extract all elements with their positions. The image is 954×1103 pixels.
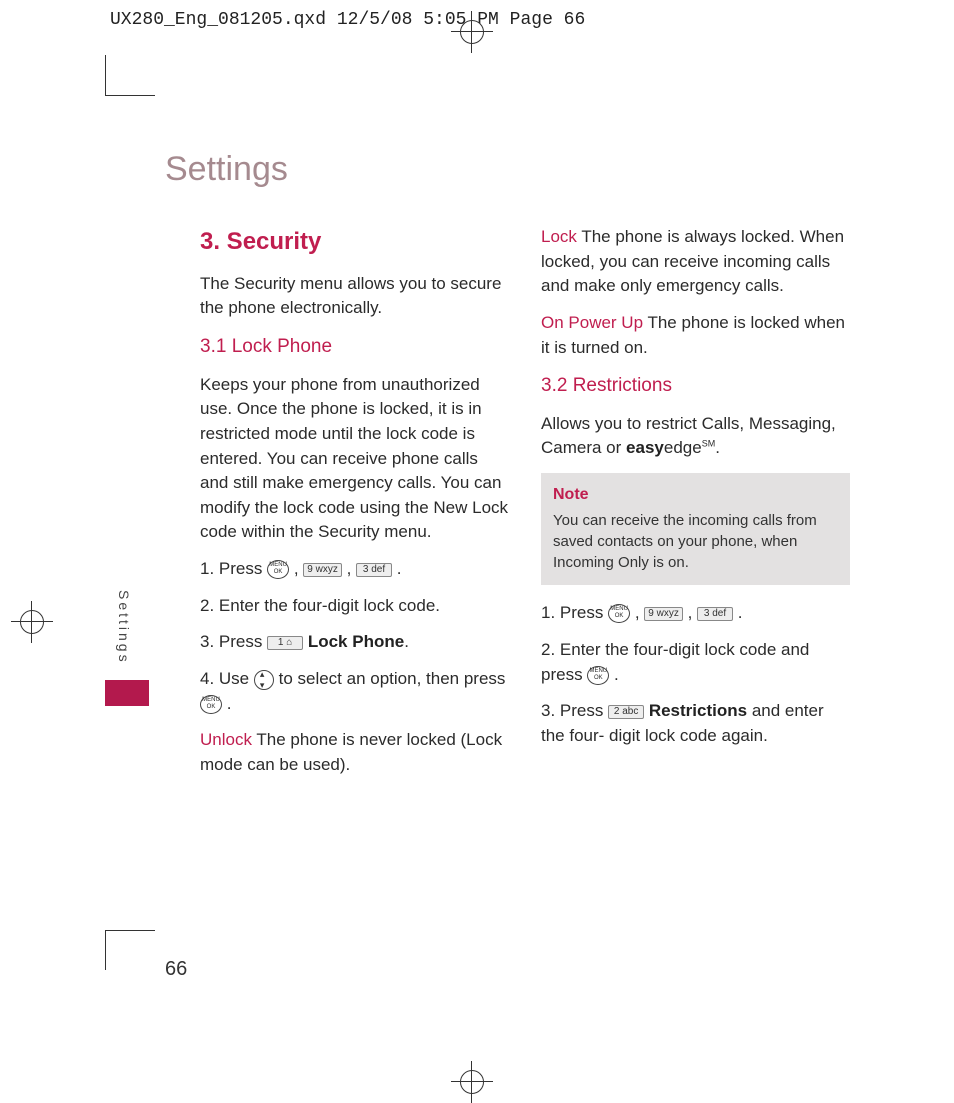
registration-mark-icon bbox=[20, 610, 44, 634]
step-2: 2. Enter the four-digit lock code. bbox=[200, 594, 509, 619]
option-body: The phone is always locked. When locked,… bbox=[541, 227, 844, 295]
chapter-title: Settings bbox=[165, 150, 288, 189]
option-on-power-up: On Power Up The phone is locked when it … bbox=[541, 311, 850, 360]
section-intro: The Security menu allows you to secure t… bbox=[200, 272, 509, 321]
subsection-body: Allows you to restrict Calls, Messaging,… bbox=[541, 412, 850, 461]
subsection-heading-lock-phone: 3.1 Lock Phone bbox=[200, 333, 509, 361]
option-label: Lock bbox=[541, 227, 577, 246]
print-job-header: UX280_Eng_081205.qxd 12/5/08 5:05 PM Pag… bbox=[110, 10, 585, 30]
step-text: 4. Use bbox=[200, 669, 254, 688]
key-9-icon: 9 wxyz bbox=[644, 607, 683, 621]
separator: , bbox=[347, 559, 356, 578]
key-3-icon: 3 def bbox=[697, 607, 733, 621]
text: edge bbox=[664, 438, 702, 457]
side-tab-accent bbox=[105, 680, 149, 706]
body-content: 3. Security The Security menu allows you… bbox=[200, 225, 850, 778]
step-4: 4. Use to select an option, then press M… bbox=[200, 667, 509, 716]
separator: . bbox=[397, 559, 402, 578]
step-bold: Restrictions bbox=[649, 701, 747, 720]
note-box: Note You can receive the incoming calls … bbox=[541, 473, 850, 585]
step-text: 1. Press bbox=[200, 559, 267, 578]
text: . bbox=[715, 438, 720, 457]
note-title: Note bbox=[553, 483, 838, 506]
step-3: 3. Press 2 abc Restrictions and enter th… bbox=[541, 699, 850, 748]
step-3: 3. Press 1 ⌂ Lock Phone. bbox=[200, 630, 509, 655]
registration-mark-icon bbox=[460, 1070, 484, 1094]
menu-ok-key-icon: MENU OK bbox=[608, 604, 630, 623]
section-heading-security: 3. Security bbox=[200, 225, 509, 260]
separator: , bbox=[294, 559, 303, 578]
separator: . bbox=[738, 603, 743, 622]
separator: . bbox=[227, 694, 232, 713]
text-bold: easy bbox=[626, 438, 664, 457]
page-number: 66 bbox=[165, 958, 187, 981]
separator: . bbox=[614, 665, 619, 684]
note-body: You can receive the incoming calls from … bbox=[553, 510, 838, 573]
crop-mark bbox=[105, 95, 155, 96]
step-text: 1. Press bbox=[541, 603, 608, 622]
subsection-body: Keeps your phone from unauthorized use. … bbox=[200, 373, 509, 545]
step-2: 2. Enter the four-digit lock code and pr… bbox=[541, 638, 850, 687]
step-1: 1. Press MENU OK , 9 wxyz , 3 def . bbox=[541, 601, 850, 626]
step-text: to select an option, then press bbox=[279, 669, 506, 688]
step-text: 2. Enter the four-digit lock code and pr… bbox=[541, 640, 809, 684]
option-lock: Lock The phone is always locked. When lo… bbox=[541, 225, 850, 299]
side-tab-label: Settings bbox=[116, 590, 132, 665]
step-bold: Lock Phone bbox=[308, 632, 404, 651]
step-text: 3. Press bbox=[200, 632, 267, 651]
key-9-icon: 9 wxyz bbox=[303, 563, 342, 577]
menu-ok-key-icon: MENU OK bbox=[267, 560, 289, 579]
nav-key-icon bbox=[254, 670, 274, 690]
registration-mark-icon bbox=[460, 20, 484, 44]
manual-page: UX280_Eng_081205.qxd 12/5/08 5:05 PM Pag… bbox=[0, 0, 954, 1099]
crop-mark bbox=[105, 930, 106, 970]
key-2-icon: 2 abc bbox=[608, 705, 644, 719]
service-mark: SM bbox=[702, 439, 716, 449]
crop-mark bbox=[105, 55, 106, 95]
step-1: 1. Press MENU OK , 9 wxyz , 3 def . bbox=[200, 557, 509, 582]
option-label: On Power Up bbox=[541, 313, 643, 332]
crop-mark bbox=[105, 930, 155, 931]
separator: , bbox=[688, 603, 697, 622]
subsection-heading-restrictions: 3.2 Restrictions bbox=[541, 372, 850, 400]
key-1-icon: 1 ⌂ bbox=[267, 636, 303, 650]
option-label: Unlock bbox=[200, 730, 252, 749]
key-3-icon: 3 def bbox=[356, 563, 392, 577]
option-unlock: Unlock The phone is never locked (Lock m… bbox=[200, 728, 509, 777]
separator: , bbox=[635, 603, 644, 622]
menu-ok-key-icon: MENU OK bbox=[587, 666, 609, 685]
step-text: 3. Press bbox=[541, 701, 608, 720]
menu-ok-key-icon: MENU OK bbox=[200, 695, 222, 714]
